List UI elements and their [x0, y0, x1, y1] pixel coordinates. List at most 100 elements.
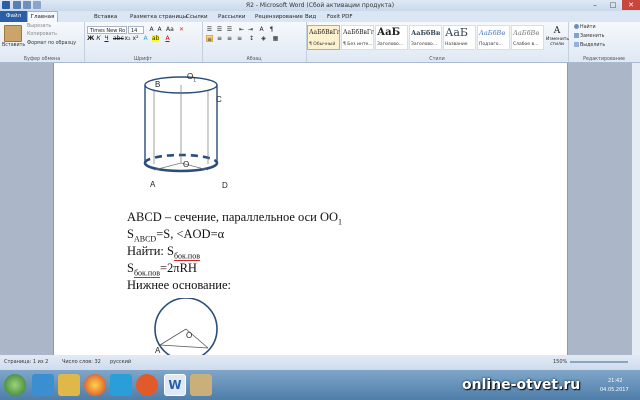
page-indicator[interactable]: Страница: 1 из 2 [4, 359, 48, 365]
editing-group-label: Редактирование [583, 57, 625, 62]
font-size-select[interactable]: 14 [128, 26, 144, 34]
strikethrough-button[interactable]: abc [113, 35, 124, 42]
word-count[interactable]: Число слов: 32 [62, 359, 101, 365]
find-button[interactable]: Найти [574, 24, 596, 30]
subscript-button[interactable]: x₂ [124, 35, 131, 42]
sort-icon[interactable]: A [258, 26, 265, 33]
font-group: Times New Ro 14 A A Aa ✕ Ж К Ч abc x₂ x²… [84, 22, 203, 62]
copy-button[interactable]: Копировать [27, 32, 57, 37]
italic-button[interactable]: К [95, 35, 102, 42]
justify-icon[interactable]: ≡ [236, 35, 243, 42]
bullets-icon[interactable]: ☰ [206, 26, 213, 33]
document-page[interactable] [53, 63, 568, 355]
explorer-icon[interactable] [58, 374, 80, 396]
style-sample: АаБбВвГг [309, 29, 341, 36]
clipboard-group-label: Буфер обмена [23, 57, 61, 62]
shading-icon[interactable]: ◈ [260, 35, 267, 42]
replace-icon [574, 33, 579, 38]
line-spacing-icon[interactable]: ↕ [248, 35, 255, 42]
clock-time[interactable]: 21:42 [608, 378, 622, 384]
decrease-indent-icon[interactable]: ⇤ [238, 26, 245, 33]
style-sample: АаБбВв [513, 29, 540, 37]
style-label: Название [445, 42, 468, 47]
close-button[interactable]: ✕ [622, 0, 640, 10]
clear-format-icon[interactable]: ✕ [178, 26, 185, 33]
media-player-icon[interactable] [136, 374, 158, 396]
align-right-icon[interactable]: ≡ [226, 35, 233, 42]
select-button[interactable]: Выделить [574, 42, 605, 48]
numbering-icon[interactable]: ☰ [216, 26, 223, 33]
window-title: Я2 - Microsoft Word (Сбой активации прод… [245, 2, 395, 9]
ribbon-tabs: Вставка Разметка страницы Ссылки Рассылк… [0, 11, 640, 22]
tab-page-layout[interactable]: Разметка страницы [130, 12, 187, 22]
tab-review[interactable]: Рецензирование [255, 12, 303, 22]
style-title[interactable]: АаБ Название [443, 25, 476, 50]
borders-icon[interactable]: ▦ [272, 35, 279, 42]
word-taskbar-icon[interactable]: W [164, 374, 186, 396]
font-name-select[interactable]: Times New Ro [87, 26, 127, 34]
maximize-button[interactable]: □ [604, 0, 622, 10]
zoom-level[interactable]: 150% [553, 359, 567, 365]
tab-insert[interactable]: Вставка [94, 12, 117, 22]
paste-button[interactable]: Вставить [2, 43, 25, 48]
align-center-icon[interactable]: ≡ [216, 35, 223, 42]
language-indicator[interactable]: русский [110, 359, 131, 365]
ie-icon[interactable] [32, 374, 54, 396]
label-c: C [216, 95, 222, 104]
paste-icon[interactable] [4, 25, 22, 42]
tab-file[interactable]: Файл [0, 11, 27, 22]
ribbon: Вставить Вырезать Копировать Формат по о… [0, 22, 640, 63]
text-line-4: Sбок.пов=2πRH [127, 261, 197, 278]
clock-date[interactable]: 04.05.2017 [600, 387, 629, 393]
shrink-font-button[interactable]: A [156, 26, 163, 33]
style-subtitle[interactable]: АаБбВв Подзаго... [477, 25, 510, 50]
vertical-scrollbar[interactable] [632, 63, 640, 355]
folder-icon[interactable] [190, 374, 212, 396]
tab-foxit-pdf[interactable]: Foxit PDF [327, 12, 353, 22]
tab-mailings[interactable]: Рассылки [218, 12, 246, 22]
font-color-button[interactable]: A [164, 35, 171, 42]
multilevel-list-icon[interactable]: ☰ [226, 26, 233, 33]
style-sample: АаБбВв [479, 29, 506, 37]
line3-main: Найти: S [127, 244, 174, 258]
start-button[interactable] [4, 374, 26, 396]
zoom-slider[interactable] [570, 361, 628, 363]
label-o1: O1 [187, 72, 196, 84]
paragraph-group-label: Абзац [246, 57, 262, 62]
grow-font-button[interactable]: A [148, 26, 155, 33]
style-subtle-emphasis[interactable]: АаБбВв Слабое в... [511, 25, 544, 50]
increase-indent-icon[interactable]: ⇥ [247, 26, 254, 33]
replace-button[interactable]: Заменить [574, 33, 604, 39]
tab-view[interactable]: Вид [305, 12, 316, 22]
styles-group-label: Стили [429, 57, 445, 62]
tab-home[interactable]: Главная [27, 11, 58, 22]
underline-button[interactable]: Ч [103, 35, 110, 42]
style-normal[interactable]: АаБбВвГг ¶ Обычный [307, 25, 340, 50]
style-no-spacing[interactable]: АаБбВвГг ¶ Без инте... [341, 25, 374, 50]
line2-rest: =S, <AOD=α [156, 227, 225, 241]
format-painter-button[interactable]: Формат по образцу [27, 41, 76, 46]
style-heading-1[interactable]: АаБ Заголово... [375, 25, 408, 50]
cut-button[interactable]: Вырезать [27, 24, 51, 29]
line2-sub: ABCD [133, 234, 157, 244]
minimize-button[interactable]: – [586, 0, 604, 10]
tab-references[interactable]: Ссылки [186, 12, 208, 22]
replace-label: Заменить [580, 34, 605, 39]
highlight-button[interactable]: ab [152, 35, 160, 42]
bold-button[interactable]: Ж [87, 35, 94, 42]
change-case-button[interactable]: Aa [166, 26, 174, 33]
circle-label-a: A [155, 346, 161, 355]
show-marks-icon[interactable]: ¶ [268, 26, 275, 33]
circle-figure [154, 298, 218, 360]
editing-group: Найти Заменить Выделить Редактирование [568, 22, 640, 62]
text-effects-button[interactable]: A [142, 35, 149, 42]
change-styles-button[interactable]: A Изменить стили [546, 25, 569, 55]
find-label: Найти [580, 25, 596, 30]
superscript-button[interactable]: x² [132, 35, 139, 42]
label-a: A [150, 180, 156, 189]
style-sample: АаБ [445, 26, 468, 39]
skype-icon[interactable] [110, 374, 132, 396]
chrome-icon[interactable] [84, 374, 106, 396]
align-left-icon[interactable]: ≡ [206, 35, 213, 43]
style-heading-2[interactable]: АаБбВв Заголово... [409, 25, 442, 50]
